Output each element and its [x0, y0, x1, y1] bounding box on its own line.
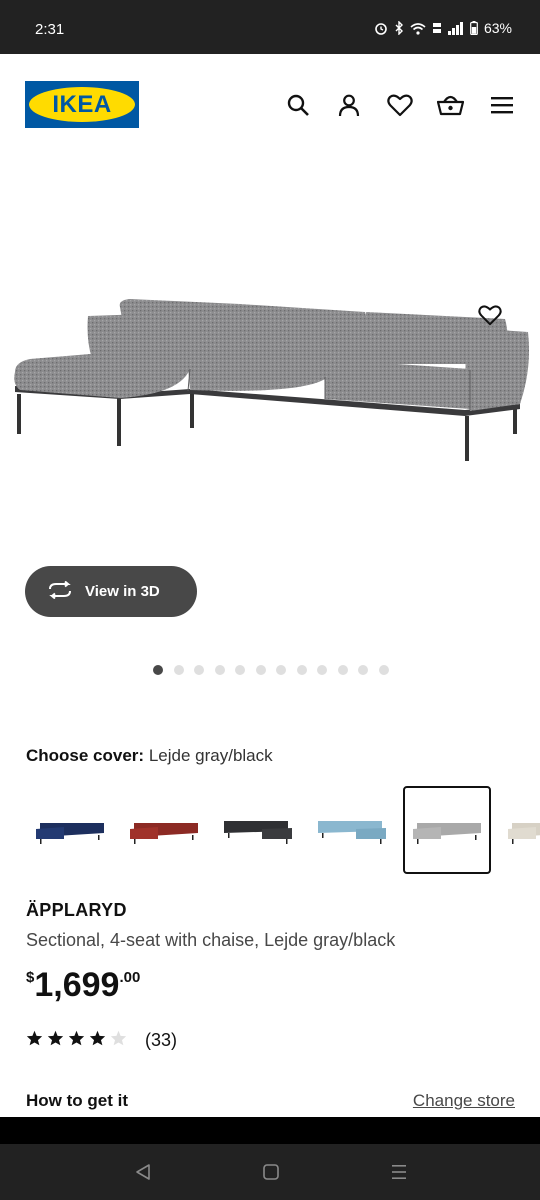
status-icons: 63% [374, 20, 512, 36]
choose-cover-value: Lejde gray/black [148, 746, 273, 765]
battery-percent: 63% [483, 20, 512, 36]
carousel-dot[interactable] [173, 665, 184, 675]
carousel-dot[interactable] [317, 665, 327, 675]
back-icon[interactable] [131, 1160, 155, 1184]
swatch-light-blue[interactable] [308, 786, 396, 874]
carousel-dot[interactable] [276, 665, 286, 675]
volte-icon [432, 21, 442, 35]
star-empty-icon [110, 1030, 127, 1051]
menu-icon[interactable] [488, 91, 515, 118]
carousel-dot[interactable] [255, 665, 266, 675]
carousel-dots [153, 665, 389, 675]
battery-icon [470, 21, 478, 35]
cover-swatches [26, 786, 540, 874]
how-to-get-it-heading: How to get it [26, 1091, 128, 1110]
star-filled-icon [68, 1030, 85, 1051]
alarm-icon [374, 21, 388, 35]
bluetooth-icon [394, 21, 404, 35]
carousel-dot[interactable] [358, 665, 368, 675]
logo-oval: IKEA [29, 87, 135, 122]
product-description: Sectional, 4-seat with chaise, Lejde gra… [26, 930, 396, 950]
product-rating[interactable]: (33) [26, 1030, 177, 1051]
rating-count: (33) [145, 1030, 178, 1050]
swatch-black[interactable] [214, 786, 302, 874]
system-navigation-bar [0, 1144, 540, 1200]
carousel-dot[interactable] [296, 665, 307, 675]
home-icon[interactable] [259, 1160, 283, 1184]
rotate-3d-icon [47, 580, 73, 603]
choose-cover: Choose cover: Lejde gray/black [26, 746, 273, 766]
status-time: 2:31 [35, 21, 65, 38]
swatch-navy[interactable] [26, 786, 114, 874]
recents-icon[interactable] [387, 1160, 411, 1184]
site-header: IKEA [0, 54, 540, 154]
swatch-beige[interactable] [498, 786, 540, 874]
swatch-gray-selected[interactable] [403, 786, 491, 874]
swatch-red[interactable] [120, 786, 208, 874]
carousel-dot[interactable] [378, 665, 389, 675]
ikea-logo[interactable]: IKEA [25, 81, 139, 128]
carousel-dot[interactable] [337, 665, 348, 675]
heart-icon[interactable] [386, 91, 413, 118]
choose-cover-label: Choose cover: [26, 746, 145, 765]
favorite-product-icon[interactable] [478, 304, 502, 331]
bottom-overlay [0, 1117, 540, 1144]
signal-icon [447, 21, 464, 35]
status-bar: 2:31 63% [0, 0, 540, 54]
product-price: $ 1,699 .00 [26, 966, 140, 1004]
carousel-dot[interactable] [153, 665, 163, 675]
rating-stars [26, 1030, 127, 1051]
star-filled-icon [26, 1030, 43, 1051]
account-icon[interactable] [335, 91, 362, 118]
header-actions [284, 91, 515, 118]
change-store-link[interactable]: Change store [413, 1091, 515, 1111]
carousel-dot[interactable] [214, 665, 225, 675]
carousel-dot[interactable] [194, 665, 204, 675]
search-icon[interactable] [284, 91, 311, 118]
view-in-3d-label: View in 3D [85, 583, 160, 600]
logo-text: IKEA [52, 90, 112, 118]
star-filled-icon [47, 1030, 64, 1051]
wifi-icon [410, 22, 426, 35]
view-in-3d-button[interactable]: View in 3D [25, 566, 197, 617]
product-name: ÄPPLARYD [26, 900, 127, 920]
price-decimal: .00 [119, 969, 141, 986]
product-image[interactable] [0, 154, 540, 534]
carousel-dot[interactable] [235, 665, 245, 675]
price-currency: $ [26, 969, 35, 986]
price-integer: 1,699 [34, 966, 120, 1004]
star-filled-icon [89, 1030, 106, 1051]
basket-icon[interactable] [437, 91, 464, 118]
